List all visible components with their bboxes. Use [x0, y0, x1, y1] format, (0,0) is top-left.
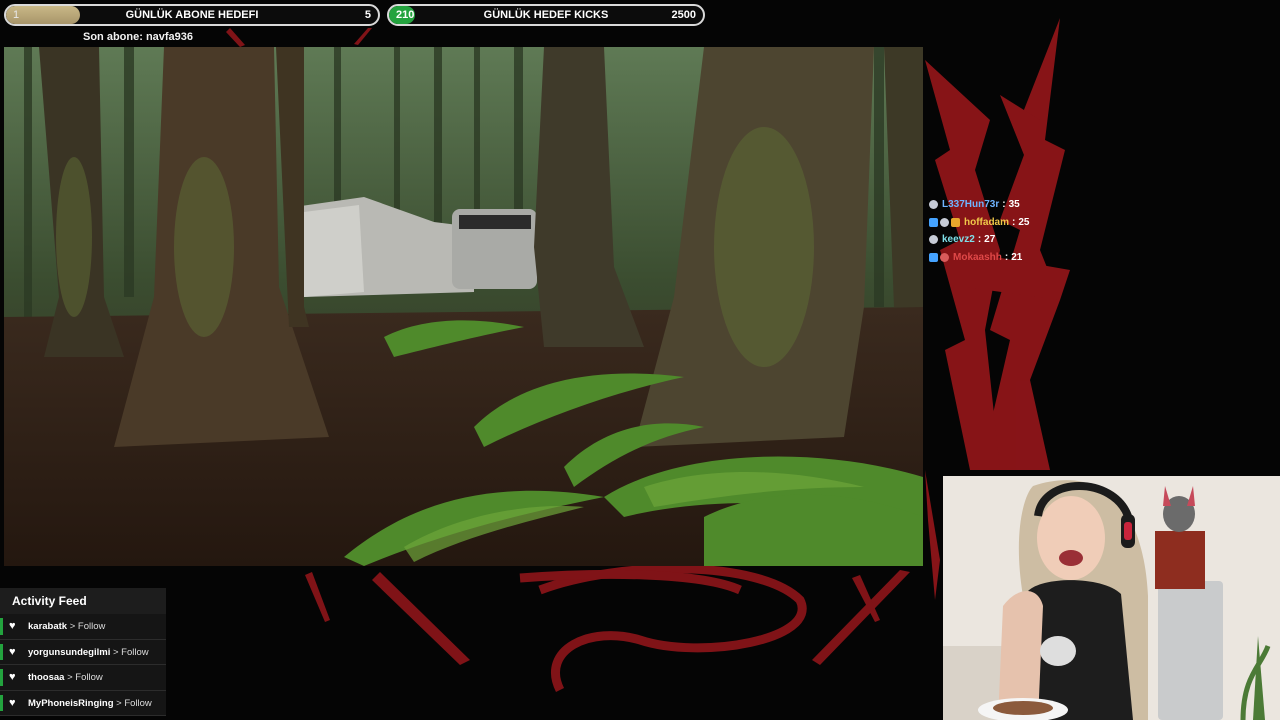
feed-item-text: karabatk > Follow [28, 614, 105, 639]
feed-item-text: yorgunsundegilmi > Follow [28, 640, 149, 665]
badge-icon [940, 252, 949, 262]
badge-icon [929, 200, 938, 210]
leaderboard-count: 25 [1018, 216, 1030, 228]
leaderboard-separator: : [977, 234, 982, 246]
feed-item-user: MyPhoneisRinging [28, 697, 114, 709]
badge-icon [940, 217, 949, 227]
leaderboard-name: Mokaashh [953, 251, 1002, 263]
feed-item-user: yorgunsundegilmi [28, 646, 111, 658]
feed-item: ♥ MyPhoneisRinging > Follow [0, 690, 166, 716]
heart-icon: ♥ [9, 620, 16, 632]
activity-feed-title: Activity Feed [0, 588, 166, 614]
leaderboard: L337Hun73r : 35 hoffadam : 25 keevz2 : 2… [929, 196, 1029, 266]
feed-item: ♥ thoosaa > Follow [0, 665, 166, 691]
badge-icon [929, 217, 938, 227]
game-capture [4, 47, 923, 566]
subscriber-goal-title: GÜNLÜK ABONE HEDEFI [125, 9, 259, 21]
leaderboard-name: L337Hun73r [942, 199, 1000, 211]
feed-item-action: > Follow [69, 621, 106, 632]
feed-item-action: > Follow [67, 672, 103, 683]
leaderboard-name: hoffadam [964, 216, 1009, 228]
leaderboard-separator: : [1004, 251, 1009, 263]
badge-icon [929, 235, 938, 245]
subscriber-goal-bar: 1 GÜNLÜK ABONE HEDEFI 5 [4, 4, 380, 26]
leaderboard-row: keevz2 : 27 [929, 231, 1029, 249]
leaderboard-separator: : [1012, 216, 1016, 228]
feed-item-action: > Follow [116, 697, 152, 709]
heart-icon: ♥ [9, 696, 16, 709]
feed-item-action: > Follow [112, 646, 149, 658]
kicks-goal-target: 2500 [671, 9, 696, 21]
leaderboard-count: 21 [1011, 251, 1023, 263]
webcam-feed [943, 476, 1280, 720]
heart-icon: ♥ [9, 671, 16, 683]
leaderboard-count: 35 [1008, 199, 1020, 211]
last-subscriber-label: Son abone: navfa936 [83, 31, 194, 43]
feed-item-user: thoosaa [28, 672, 65, 683]
badge-icon [951, 217, 960, 227]
kicks-goal-bar: 210 GÜNLÜK HEDEF KICKS 2500 [387, 4, 705, 26]
badge-icon [929, 252, 938, 262]
feed-item-user: karabatk [28, 621, 68, 632]
feed-item-text: MyPhoneisRinging > Follow [28, 691, 152, 716]
leaderboard-row: L337Hun73r : 35 [929, 196, 1029, 214]
feed-item: ♥ yorgunsundegilmi > Follow [0, 639, 166, 665]
leaderboard-name: keevz2 [942, 234, 975, 246]
feed-item: ♥ karabatk > Follow [0, 614, 166, 640]
activity-feed: Activity Feed ♥ karabatk > Follow ♥ yorg… [0, 588, 166, 716]
leaderboard-row: hoffadam : 25 [929, 214, 1029, 232]
subscriber-goal-target: 5 [364, 9, 371, 21]
leaderboard-separator: : [1002, 199, 1006, 211]
feed-item-text: thoosaa > Follow [28, 665, 103, 690]
leaderboard-row: Mokaashh : 21 [929, 249, 1029, 267]
heart-icon: ♥ [9, 645, 16, 658]
kicks-goal-title: GÜNLÜK HEDEF KICKS [483, 9, 609, 21]
leaderboard-count: 27 [984, 234, 996, 246]
